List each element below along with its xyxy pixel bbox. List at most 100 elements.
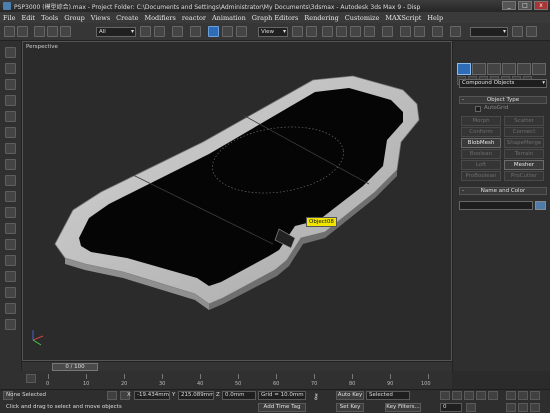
menu-modifiers[interactable]: Modifiers bbox=[144, 14, 175, 22]
previous-frame-icon[interactable] bbox=[452, 391, 462, 400]
menu-tools[interactable]: Tools bbox=[41, 14, 58, 22]
named-selection-sets-icon[interactable] bbox=[382, 26, 393, 37]
menu-help[interactable]: Help bbox=[427, 14, 443, 22]
toolbar-tool-icon[interactable] bbox=[5, 191, 16, 202]
select-by-name-icon[interactable] bbox=[154, 26, 165, 37]
align-icon[interactable] bbox=[414, 26, 425, 37]
blobmesh-button[interactable]: BlobMesh bbox=[461, 138, 501, 148]
menu-animation[interactable]: Animation bbox=[212, 14, 246, 22]
y-coordinate-field[interactable]: 215.089mm bbox=[178, 391, 214, 400]
key-filters-button[interactable]: Key Filters... bbox=[385, 403, 421, 412]
link-icon[interactable] bbox=[34, 26, 45, 37]
perspective-viewport[interactable]: Perspective Object08 bbox=[22, 41, 452, 361]
utilities-tab[interactable] bbox=[532, 63, 546, 75]
menu-edit[interactable]: Edit bbox=[22, 14, 36, 22]
toolbar-tool-icon[interactable] bbox=[5, 319, 16, 330]
select-and-move-icon[interactable] bbox=[208, 26, 219, 37]
go-to-start-icon[interactable] bbox=[440, 391, 450, 400]
track-bar[interactable]: 0 10 20 30 40 50 60 70 80 90 100 bbox=[0, 371, 452, 389]
mini-curve-editor-icon[interactable] bbox=[26, 374, 36, 383]
motion-tab[interactable] bbox=[502, 63, 516, 75]
shapemerge-button[interactable]: ShapeMerge bbox=[504, 138, 544, 148]
set-key-button[interactable]: Set Key bbox=[336, 403, 364, 412]
create-tab[interactable] bbox=[457, 63, 471, 75]
psp-model[interactable] bbox=[23, 42, 452, 361]
toolbar-tool-icon[interactable] bbox=[5, 207, 16, 218]
autogrid-checkbox[interactable] bbox=[475, 106, 481, 112]
key-icon[interactable]: ⚷ bbox=[313, 392, 319, 401]
menu-rendering[interactable]: Rendering bbox=[304, 14, 338, 22]
percent-snap-icon[interactable] bbox=[350, 26, 361, 37]
x-coordinate-field[interactable]: -19.434mm bbox=[134, 391, 170, 400]
quick-render-icon[interactable] bbox=[526, 26, 537, 37]
manipulate-icon[interactable] bbox=[306, 26, 317, 37]
toolbar-tool-icon[interactable] bbox=[5, 127, 16, 138]
auto-key-button[interactable]: Auto Key bbox=[336, 391, 364, 400]
undo-icon[interactable] bbox=[4, 26, 15, 37]
field-of-view-icon[interactable] bbox=[506, 403, 516, 412]
menu-reactor[interactable]: reactor bbox=[182, 14, 206, 22]
connect-button[interactable]: Connect bbox=[504, 127, 544, 137]
toolbar-tool-icon[interactable] bbox=[5, 79, 16, 90]
conform-button[interactable]: Conform bbox=[461, 127, 501, 137]
object-name-field[interactable] bbox=[459, 201, 533, 210]
mesher-button[interactable]: Mesher bbox=[504, 160, 544, 170]
toolbar-tool-icon[interactable] bbox=[5, 223, 16, 234]
arc-rotate-icon[interactable] bbox=[530, 403, 540, 412]
toolbar-tool-icon[interactable] bbox=[5, 47, 16, 58]
toolbar-tool-icon[interactable] bbox=[5, 271, 16, 282]
menu-group[interactable]: Group bbox=[64, 14, 85, 22]
zoom-all-icon[interactable] bbox=[518, 391, 528, 400]
morph-button[interactable]: Morph bbox=[461, 116, 501, 126]
select-and-rotate-icon[interactable] bbox=[222, 26, 233, 37]
pan-view-icon[interactable] bbox=[518, 403, 528, 412]
spinner-snap-icon[interactable] bbox=[364, 26, 375, 37]
zoom-icon[interactable] bbox=[506, 391, 516, 400]
terrain-button[interactable]: Terrain bbox=[504, 149, 544, 159]
add-time-tag-button[interactable]: Add Time Tag bbox=[258, 403, 306, 412]
rectangular-selection-icon[interactable] bbox=[172, 26, 183, 37]
menu-create[interactable]: Create bbox=[116, 14, 138, 22]
toolbar-tool-icon[interactable] bbox=[5, 159, 16, 170]
name-and-color-rollout[interactable]: - Name and Color bbox=[459, 187, 547, 195]
loft-button[interactable]: Loft bbox=[461, 160, 501, 170]
menu-views[interactable]: Views bbox=[91, 14, 110, 22]
layer-manager-icon[interactable] bbox=[432, 26, 443, 37]
toolbar-tool-icon[interactable] bbox=[5, 63, 16, 74]
time-configuration-icon[interactable] bbox=[466, 403, 476, 412]
z-coordinate-field[interactable]: 0.0mm bbox=[222, 391, 256, 400]
scatter-button[interactable]: Scatter bbox=[504, 116, 544, 126]
reference-coordinate-dropdown[interactable]: View bbox=[258, 27, 288, 37]
toolbar-tool-icon[interactable] bbox=[5, 255, 16, 266]
object-category-dropdown[interactable]: Compound Objects bbox=[459, 79, 547, 88]
proboolean-button[interactable]: ProBoolean bbox=[461, 171, 501, 181]
menu-file[interactable]: File bbox=[3, 14, 16, 22]
mirror-icon[interactable] bbox=[400, 26, 411, 37]
render-setup-icon[interactable] bbox=[512, 26, 523, 37]
play-icon[interactable] bbox=[464, 391, 474, 400]
menu-customize[interactable]: Customize bbox=[345, 14, 380, 22]
selection-filter-dropdown[interactable]: All bbox=[96, 27, 136, 37]
close-button[interactable]: x bbox=[534, 1, 548, 10]
go-to-end-icon[interactable] bbox=[488, 391, 498, 400]
object-color-swatch[interactable] bbox=[535, 201, 546, 210]
lock-selection-icon[interactable] bbox=[107, 391, 117, 400]
snaps-toggle-icon[interactable] bbox=[322, 26, 333, 37]
window-crossing-icon[interactable] bbox=[190, 26, 201, 37]
object-type-rollout[interactable]: - Object Type bbox=[459, 96, 547, 104]
boolean-button[interactable]: Boolean bbox=[461, 149, 501, 159]
toolbar-tool-icon[interactable] bbox=[5, 95, 16, 106]
menu-graph-editors[interactable]: Graph Editors bbox=[252, 14, 299, 22]
redo-icon[interactable] bbox=[17, 26, 28, 37]
select-and-scale-icon[interactable] bbox=[236, 26, 247, 37]
toolbar-tool-icon[interactable] bbox=[5, 175, 16, 186]
bind-space-warp-icon[interactable] bbox=[60, 26, 71, 37]
time-slider[interactable]: 0 / 100 bbox=[52, 363, 98, 371]
pivot-center-icon[interactable] bbox=[292, 26, 303, 37]
toolbar-tool-icon[interactable] bbox=[5, 111, 16, 122]
unlink-icon[interactable] bbox=[47, 26, 58, 37]
angle-snap-icon[interactable] bbox=[336, 26, 347, 37]
display-tab[interactable] bbox=[517, 63, 531, 75]
time-slider-track[interactable]: 0 / 100 bbox=[22, 361, 452, 371]
modify-tab[interactable] bbox=[472, 63, 486, 75]
